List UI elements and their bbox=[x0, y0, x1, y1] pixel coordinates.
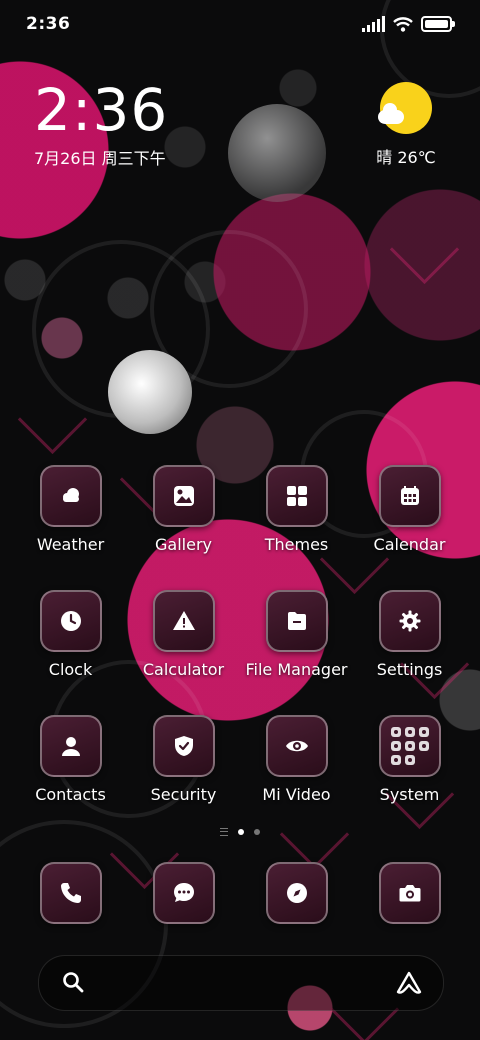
phone-icon bbox=[60, 883, 81, 903]
app-file-manager[interactable]: File Manager bbox=[240, 590, 353, 679]
app-system-folder[interactable]: System bbox=[353, 715, 466, 804]
app-tile[interactable] bbox=[378, 862, 441, 924]
weather-icon bbox=[62, 488, 79, 502]
camera-icon bbox=[399, 885, 420, 902]
weather-widget[interactable]: 晴 26℃ bbox=[366, 82, 446, 168]
app-tile[interactable] bbox=[378, 465, 441, 527]
calendar-icon bbox=[400, 486, 419, 505]
system-folder-icon bbox=[390, 727, 429, 765]
app-label: Settings bbox=[376, 660, 443, 679]
settings-icon bbox=[399, 610, 420, 632]
wallpaper-bubble bbox=[228, 104, 326, 202]
app-tile[interactable] bbox=[265, 590, 328, 652]
app-label: System bbox=[379, 785, 440, 804]
search-bar[interactable] bbox=[38, 955, 444, 1011]
app-label: Calendar bbox=[373, 535, 446, 554]
app-security[interactable]: Security bbox=[127, 715, 240, 804]
app-label: Calculator bbox=[142, 660, 225, 679]
app-label: File Manager bbox=[245, 660, 348, 679]
app-tile[interactable] bbox=[39, 862, 102, 924]
app-tile[interactable] bbox=[152, 465, 215, 527]
dock bbox=[14, 862, 466, 924]
home-screen: 2:36 2:36 7月26日 周三下午 晴 26℃ Weather Galle… bbox=[0, 0, 480, 1040]
dock-browser[interactable] bbox=[240, 862, 353, 924]
clock-date: 7月26日 周三下午 bbox=[34, 149, 166, 168]
app-calendar[interactable]: Calendar bbox=[353, 465, 466, 554]
app-label: Themes bbox=[264, 535, 329, 554]
app-tile[interactable] bbox=[152, 715, 215, 777]
app-label: Weather bbox=[36, 535, 105, 554]
app-label: Clock bbox=[48, 660, 93, 679]
mi-video-icon bbox=[285, 740, 308, 752]
app-label: Gallery bbox=[155, 535, 212, 554]
page-indicator[interactable] bbox=[0, 828, 480, 836]
app-mi-video[interactable]: Mi Video bbox=[240, 715, 353, 804]
clock-time: 2:36 bbox=[34, 76, 169, 144]
assistant-icon[interactable] bbox=[395, 970, 423, 996]
app-tile[interactable] bbox=[152, 862, 215, 924]
app-clock[interactable]: Clock bbox=[14, 590, 127, 679]
file-manager-icon bbox=[287, 612, 306, 630]
app-label: Security bbox=[150, 785, 217, 804]
dock-phone[interactable] bbox=[14, 862, 127, 924]
wallpaper-heart bbox=[389, 214, 460, 285]
app-tile[interactable] bbox=[39, 715, 102, 777]
status-bar: 2:36 bbox=[0, 0, 480, 50]
app-label: Contacts bbox=[35, 785, 106, 804]
page-dot-1[interactable] bbox=[238, 829, 244, 835]
app-label: Mi Video bbox=[262, 785, 331, 804]
app-tile[interactable] bbox=[39, 465, 102, 527]
app-weather[interactable]: Weather bbox=[14, 465, 127, 554]
sunny-partly-cloudy-icon bbox=[378, 82, 432, 134]
app-themes[interactable]: Themes bbox=[240, 465, 353, 554]
app-gallery[interactable]: Gallery bbox=[127, 465, 240, 554]
clock-widget[interactable]: 2:36 7月26日 周三下午 bbox=[34, 80, 168, 169]
wallpaper-bubble bbox=[108, 350, 192, 434]
app-tile[interactable] bbox=[265, 715, 328, 777]
app-calculator[interactable]: Calculator bbox=[127, 590, 240, 679]
status-time: 2:36 bbox=[26, 14, 71, 34]
contacts-icon bbox=[61, 737, 80, 756]
browser-icon bbox=[286, 883, 307, 903]
calculator-icon bbox=[172, 611, 195, 630]
app-tile[interactable] bbox=[39, 590, 102, 652]
dock-messages[interactable] bbox=[127, 862, 240, 924]
dock-camera[interactable] bbox=[353, 862, 466, 924]
app-tile[interactable] bbox=[378, 715, 441, 777]
app-tile[interactable] bbox=[265, 862, 328, 924]
cellular-signal-icon bbox=[362, 16, 385, 32]
app-tile[interactable] bbox=[152, 590, 215, 652]
messages-icon bbox=[173, 883, 194, 902]
app-contacts[interactable]: Contacts bbox=[14, 715, 127, 804]
app-tile[interactable] bbox=[378, 590, 441, 652]
clock-icon bbox=[60, 611, 81, 631]
page-dot-2[interactable] bbox=[254, 829, 260, 835]
app-drawer-indicator-icon[interactable] bbox=[220, 828, 228, 836]
wifi-icon bbox=[393, 17, 413, 32]
app-settings[interactable]: Settings bbox=[353, 590, 466, 679]
app-tile[interactable] bbox=[265, 465, 328, 527]
themes-icon bbox=[286, 486, 307, 506]
gallery-icon bbox=[173, 486, 194, 506]
status-icons bbox=[362, 14, 455, 34]
battery-icon bbox=[421, 16, 455, 32]
weather-text: 晴 26℃ bbox=[376, 148, 436, 167]
search-icon bbox=[63, 972, 84, 993]
security-icon bbox=[174, 736, 193, 756]
